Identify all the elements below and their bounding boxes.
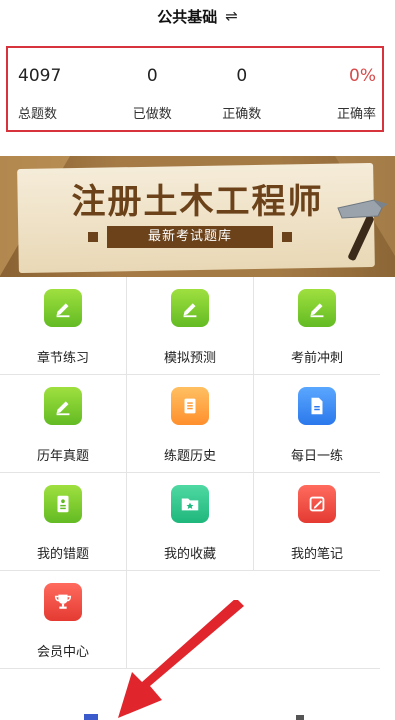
grid-row: 我的错题 我的收藏 我的笔记 [0,473,380,571]
menu-my-favorites[interactable]: 我的收藏 [127,473,254,571]
menu-mock-forecast[interactable]: 模拟预测 [127,277,254,375]
stat-done: 0 已做数 [108,48,198,130]
subject-switcher[interactable]: 公共基础 ⇌ [0,0,395,32]
empty-cell [254,571,380,669]
banner-square [282,232,292,242]
swap-icon[interactable]: ⇌ [225,7,238,25]
menu-label: 我的收藏 [163,547,216,562]
star-folder-icon [171,485,209,523]
stat-done-value: 0 [146,66,158,86]
stat-done-label: 已做数 [132,107,172,122]
menu-label: 历年真题 [36,449,89,464]
document-icon [171,387,209,425]
stat-accuracy-value: 0% [349,66,376,86]
menu-label: 章节练习 [36,351,89,366]
menu-chapter-practice[interactable]: 章节练习 [0,277,127,375]
stat-total-value: 4097 [18,66,62,86]
stat-total: 4097 总题数 [8,48,108,130]
exam-banner[interactable]: 注册土木工程师 最新考试题库 [0,156,395,277]
pencil-icon [171,289,209,327]
menu-daily-practice[interactable]: 每日一练 [254,375,380,473]
stat-accuracy: 0% 正确率 [287,48,383,130]
pencil-icon [44,289,82,327]
banner-square [88,232,98,242]
pencil-icon [44,387,82,425]
grid-row: 历年真题 练题历史 每日一练 [0,375,380,473]
menu-past-papers[interactable]: 历年真题 [0,375,127,473]
red-arrow-annotation [118,600,244,718]
stat-accuracy-label: 正确率 [336,107,376,122]
tab-bar-fragment [296,715,304,720]
stat-correct: 0 正确数 [197,48,287,130]
menu-practice-history[interactable]: 练题历史 [127,375,254,473]
menu-final-sprint[interactable]: 考前冲刺 [254,277,380,375]
stat-total-label: 总题数 [18,107,58,122]
stat-correct-label: 正确数 [222,107,262,122]
subject-title[interactable]: 公共基础 [157,6,217,27]
pencil-icon [298,289,336,327]
menu-label: 考前冲刺 [290,351,343,366]
menu-label: 会员中心 [36,645,89,660]
grid-row: 章节练习 模拟预测 考前冲刺 [0,277,380,375]
tab-bar-fragment [84,714,98,720]
hammer-icon [337,199,388,261]
file-icon [298,387,336,425]
note-pencil-icon [298,485,336,523]
app-screen: 公共基础 ⇌ 4097 总题数 0 已做数 0 正确数 0% 正确率 注册土木工… [0,0,395,720]
trophy-icon [44,583,82,621]
menu-label: 练题历史 [163,449,216,464]
menu-my-mistakes[interactable]: 我的错题 [0,473,127,571]
menu-label: 模拟预测 [163,351,216,366]
menu-member-center[interactable]: 会员中心 [0,571,127,669]
banner-subtitle: 最新考试题库 [107,226,273,248]
stat-correct-value: 0 [236,66,248,86]
menu-label: 我的笔记 [290,547,343,562]
menu-label: 每日一练 [290,449,343,464]
stats-panel: 4097 总题数 0 已做数 0 正确数 0% 正确率 [6,46,384,132]
menu-label: 我的错题 [36,547,89,562]
notebook-icon [44,485,82,523]
menu-my-notes[interactable]: 我的笔记 [254,473,380,571]
